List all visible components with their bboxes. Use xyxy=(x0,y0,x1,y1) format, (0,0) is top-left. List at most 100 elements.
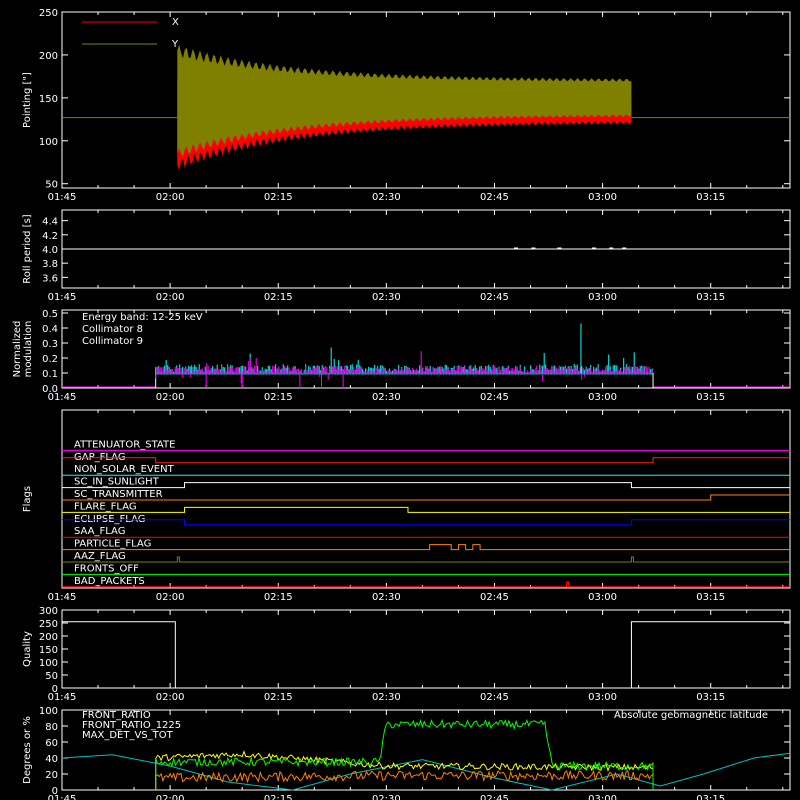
legend-label-collimator-9: Collimator 9 xyxy=(82,336,143,347)
x-tick-label: 02:30 xyxy=(372,292,401,303)
x-tick-label: 02:00 xyxy=(156,292,185,303)
x-tick-label: 02:30 xyxy=(372,794,401,800)
flag-label: AAZ_FLAG xyxy=(74,551,126,562)
y-tick-label: 4.2 xyxy=(42,231,58,242)
y-tick-label: 3.6 xyxy=(42,273,58,284)
y-tick-label: 0.4 xyxy=(42,324,58,335)
x-tick-label: 02:00 xyxy=(156,192,185,203)
y-tick-label: 0.0 xyxy=(42,384,58,395)
x-tick-label: 02:30 xyxy=(372,692,401,703)
y-tick-label: 0.3 xyxy=(42,339,58,350)
flag-label: FRONTS_OFF xyxy=(74,563,139,574)
y-axis-label: Normalized xyxy=(12,321,23,378)
y-tick-label: 4.4 xyxy=(42,217,58,228)
x-tick-label: 02:15 xyxy=(264,592,293,603)
y-tick-label: 0.1 xyxy=(42,369,58,380)
panel-4: 01:45 02:00 02:15 02:30 02:45 03:00 03:15 Flags… xyxy=(22,409,791,603)
x-tick-label: 01:45 xyxy=(48,292,77,303)
x-tick-label: 02:15 xyxy=(264,392,293,403)
y-axis-label: Quality xyxy=(22,631,33,667)
panel-1: 01:45 02:00 02:15 02:30 02:45 03:00 03:15 50 100… xyxy=(22,8,791,203)
x-tick-label: 03:00 xyxy=(588,592,617,603)
plot-frame xyxy=(61,409,791,589)
chart-canvas: 01:45 02:00 02:15 02:30 02:45 03:00 03:15 50 100… xyxy=(12,8,791,800)
y-tick-label: 4.0 xyxy=(42,245,58,256)
x-tick-label: 02:00 xyxy=(156,392,185,403)
y-tick-label: 100 xyxy=(39,706,58,717)
flag-label: FLARE_FLAG xyxy=(74,501,137,512)
collimator-8-trace xyxy=(155,347,653,375)
y-tick-label: 200 xyxy=(39,51,58,62)
geomagnetic-latitude-label: Absolute geomagnetic latitude xyxy=(614,710,768,721)
x-tick-label: 02:45 xyxy=(480,692,509,703)
flag-trace xyxy=(62,556,790,563)
x-tick-label: 02:30 xyxy=(372,592,401,603)
y-tick-label: 50 xyxy=(45,180,58,191)
panel-6: 01:45 02:00 02:15 02:30 02:45 03:00 03:1502040… xyxy=(22,706,791,800)
flag-trace xyxy=(62,519,790,526)
x-tick-label: 02:45 xyxy=(480,794,509,800)
x-tick-label: 01:45 xyxy=(48,192,77,203)
y-tick-label: 250 xyxy=(39,8,58,19)
x-tick-label: 02:30 xyxy=(372,392,401,403)
y-tick-label: 100 xyxy=(39,137,58,148)
x-tick-label: 02:00 xyxy=(156,692,185,703)
x-tick-label: 02:30 xyxy=(372,192,401,203)
x-tick-label: 03:00 xyxy=(588,192,617,203)
x-tick-label: 02:45 xyxy=(480,192,509,203)
legend-label: MAX_DET_VS_TOT xyxy=(82,730,174,741)
flag-label: BAD_PACKETS xyxy=(74,576,145,587)
x-tick-label: 02:45 xyxy=(480,392,509,403)
y-tick-label: 100 xyxy=(39,658,58,669)
x-tick-label: 03:00 xyxy=(588,392,617,403)
y-axis-label: Roll period [s] xyxy=(22,214,33,283)
y-tick-label: 0 xyxy=(52,786,58,797)
x-tick-label: 02:45 xyxy=(480,592,509,603)
flag-trace xyxy=(62,457,790,464)
flag-trace xyxy=(62,494,790,501)
flag-label: SAA_FLAG xyxy=(74,526,125,537)
flag-label: PARTICLE_FLAG xyxy=(74,539,151,550)
y-tick-label: 3.8 xyxy=(42,259,58,270)
x-tick-label: 03:00 xyxy=(588,692,617,703)
y-axis-label: modulation xyxy=(23,321,34,378)
y-tick-label: 0 xyxy=(52,684,58,695)
y-tick-label: 40 xyxy=(45,754,58,765)
legend-label-collimator-8: Collimator 8 xyxy=(82,324,143,335)
x-tick-label: 02:15 xyxy=(264,192,293,203)
x-tick-label: 03:00 xyxy=(588,794,617,800)
y-tick-label: 50 xyxy=(45,671,58,682)
y-tick-label: 150 xyxy=(39,94,58,105)
collimator-9-trace xyxy=(155,351,653,384)
flag-trace xyxy=(62,482,790,489)
y-axis-label: Flags xyxy=(22,486,33,512)
x-tick-label: 02:15 xyxy=(264,692,293,703)
x-tick-label: 03:15 xyxy=(696,292,725,303)
flag-label: SC_IN_SUNLIGHT xyxy=(74,477,160,488)
legend-label-y: Y xyxy=(171,39,179,50)
flag-label: NON_SOLAR_EVENT xyxy=(74,464,175,475)
flag-trace xyxy=(62,506,790,513)
max-det-vs-tot-trace xyxy=(155,769,654,790)
x-tick-label: 02:00 xyxy=(156,592,185,603)
x-tick-label: 02:15 xyxy=(264,794,293,800)
x-tick-label: 03:15 xyxy=(696,392,725,403)
x-tick-label: 03:15 xyxy=(696,592,725,603)
y-tick-label: 250 xyxy=(39,619,58,630)
y-tick-label: 0.2 xyxy=(42,354,58,365)
x-tick-label: 02:15 xyxy=(264,292,293,303)
x-tick-label: 03:15 xyxy=(696,692,725,703)
y-tick-label: 200 xyxy=(39,632,58,643)
y-tick-label: 0.5 xyxy=(42,309,58,320)
y-axis-label: Degrees or % xyxy=(22,716,33,784)
y-tick-label: 300 xyxy=(39,606,58,617)
y-axis-label: Pointing ["] xyxy=(22,72,33,128)
panel-2: 01:45 02:00 02:15 02:30 02:45 03:00 03:15 3.6 3.… xyxy=(22,209,791,303)
x-tick-label: 03:00 xyxy=(588,292,617,303)
y-tick-label: 80 xyxy=(45,722,58,733)
flag-trace xyxy=(62,581,790,588)
x-tick-label: 03:15 xyxy=(696,794,725,800)
x-tick-label: 01:45 xyxy=(48,592,77,603)
x-tick-label: 03:15 xyxy=(696,192,725,203)
flag-label: SC_TRANSMITTER xyxy=(74,489,163,500)
